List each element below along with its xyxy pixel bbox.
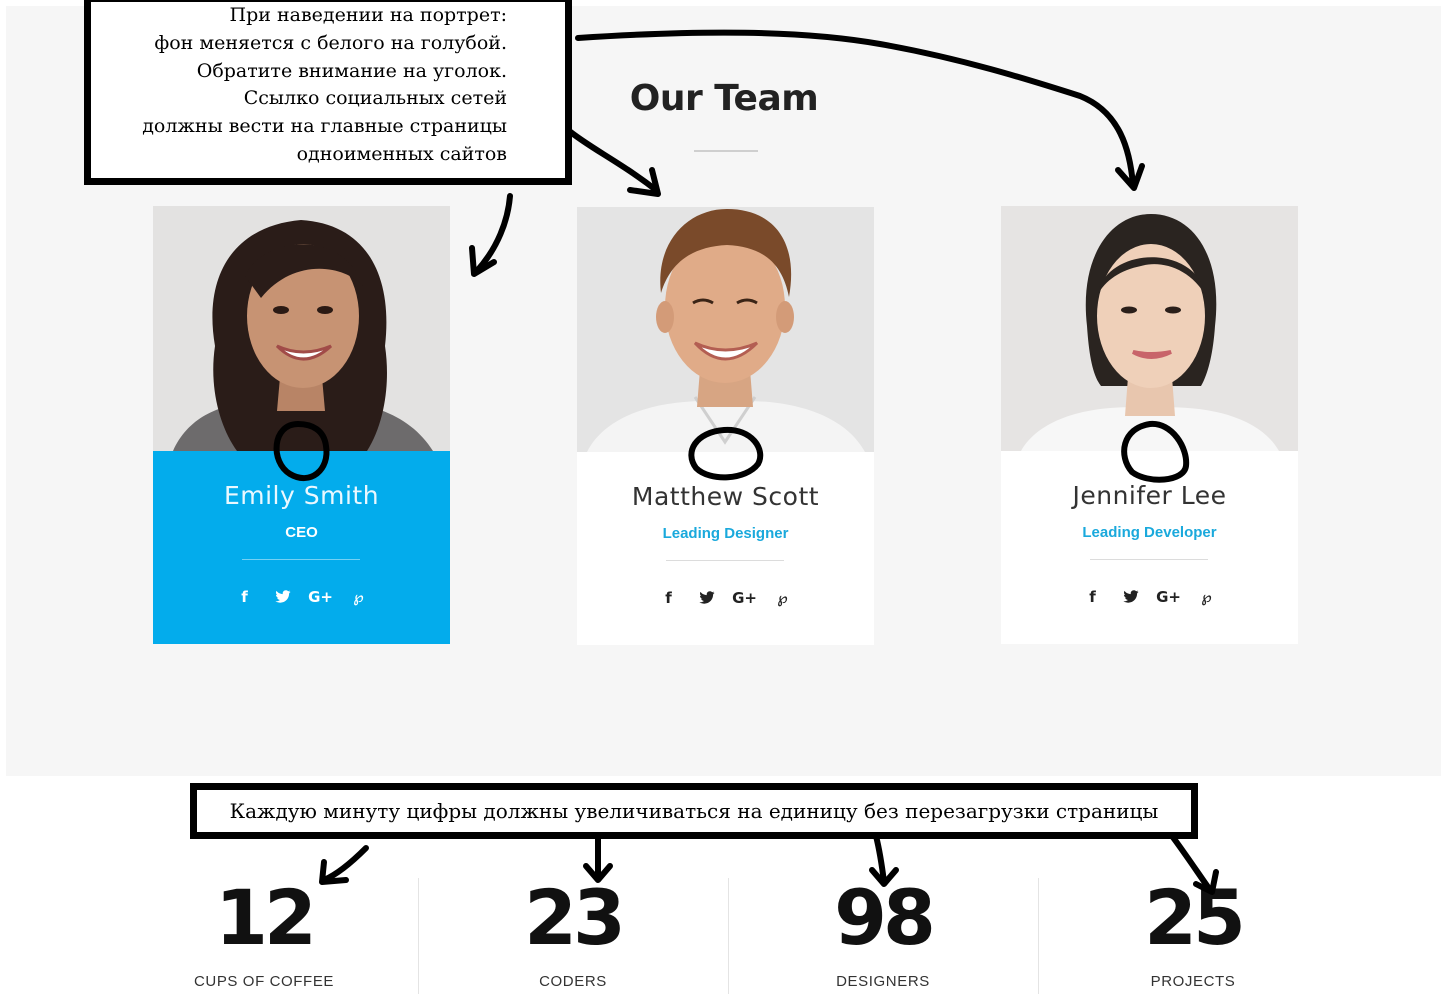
stat-label: CUPS OF COFFEE xyxy=(193,973,335,990)
pinterest-icon[interactable]: ℘ xyxy=(772,587,794,609)
social-links: f G+ ℘ xyxy=(153,586,450,608)
note-line: Обратите внимание на уголок. xyxy=(196,59,507,82)
note-line: Ссылко социальных сетей xyxy=(243,87,507,110)
social-links: f G+ ℘ xyxy=(1001,586,1298,608)
note-line: фон меняется с белого на голубой. xyxy=(154,31,507,54)
stat-cups-of-coffee: 12 CUPS OF COFFEE xyxy=(109,850,419,994)
stat-designers: 98 DESIGNERS xyxy=(728,850,1038,994)
stat-projects: 25 PROJECTS xyxy=(1038,850,1348,994)
info-panel: Matthew Scott Leading Designer f G+ ℘ xyxy=(577,452,874,645)
twitter-icon[interactable] xyxy=(272,586,294,608)
member-role: Leading Designer xyxy=(662,525,789,542)
facebook-icon[interactable]: f xyxy=(658,587,680,609)
note-line: При наведении на портрет: xyxy=(229,4,507,26)
facebook-icon[interactable]: f xyxy=(1082,586,1104,608)
stat-number: 25 xyxy=(1144,873,1246,962)
note-line: одноименных сайтов xyxy=(296,142,507,165)
info-divider xyxy=(1090,559,1208,560)
stat-label: CODERS xyxy=(539,973,607,990)
info-panel: Emily Smith CEO f G+ ℘ xyxy=(153,451,450,644)
google-plus-icon[interactable]: G+ xyxy=(732,587,757,609)
facebook-icon[interactable]: f xyxy=(234,586,256,608)
twitter-icon[interactable] xyxy=(696,587,718,609)
social-links: f G+ ℘ xyxy=(577,587,874,609)
stat-label: PROJECTS xyxy=(1150,973,1236,990)
info-divider xyxy=(666,560,784,561)
stat-number: 23 xyxy=(524,873,626,962)
member-name: Jennifer Lee xyxy=(1072,481,1227,510)
stat-number: 12 xyxy=(215,873,317,962)
portrait-jennifer-lee[interactable] xyxy=(1001,206,1298,451)
stats-counters: 12 CUPS OF COFFEE 23 CODERS 98 DESIGNERS… xyxy=(0,850,1448,994)
stat-coders: 23 CODERS xyxy=(418,850,728,994)
google-plus-icon[interactable]: G+ xyxy=(1156,586,1181,608)
google-plus-icon[interactable]: G+ xyxy=(308,586,333,608)
portrait-matthew-scott[interactable] xyxy=(577,207,874,452)
member-role: CEO xyxy=(285,524,318,541)
info-panel: Jennifer Lee Leading Developer f G+ ℘ xyxy=(1001,451,1298,644)
title-divider xyxy=(694,150,758,152)
stat-number: 98 xyxy=(834,873,936,962)
annotation-note-counters: Каждую минуту цифры должны увеличиваться… xyxy=(190,783,1198,839)
note-line: должны вести на главные страницы xyxy=(142,115,507,138)
team-card-jennifer-lee[interactable]: Jennifer Lee Leading Developer f G+ ℘ xyxy=(1001,206,1298,644)
pinterest-icon[interactable]: ℘ xyxy=(348,586,370,608)
member-role: Leading Developer xyxy=(1082,524,1217,541)
annotation-note-hover: При наведении на портрет: фон меняется с… xyxy=(84,0,572,185)
team-card-matthew-scott[interactable]: Matthew Scott Leading Designer f G+ ℘ xyxy=(577,207,874,645)
portrait-emily-smith[interactable] xyxy=(153,206,450,451)
pinterest-icon[interactable]: ℘ xyxy=(1196,586,1218,608)
team-card-emily-smith[interactable]: Emily Smith CEO f G+ ℘ xyxy=(153,206,450,644)
stat-label: DESIGNERS xyxy=(836,973,930,990)
twitter-icon[interactable] xyxy=(1120,586,1142,608)
member-name: Emily Smith xyxy=(223,481,380,510)
member-name: Matthew Scott xyxy=(631,482,820,511)
info-divider xyxy=(242,559,360,560)
